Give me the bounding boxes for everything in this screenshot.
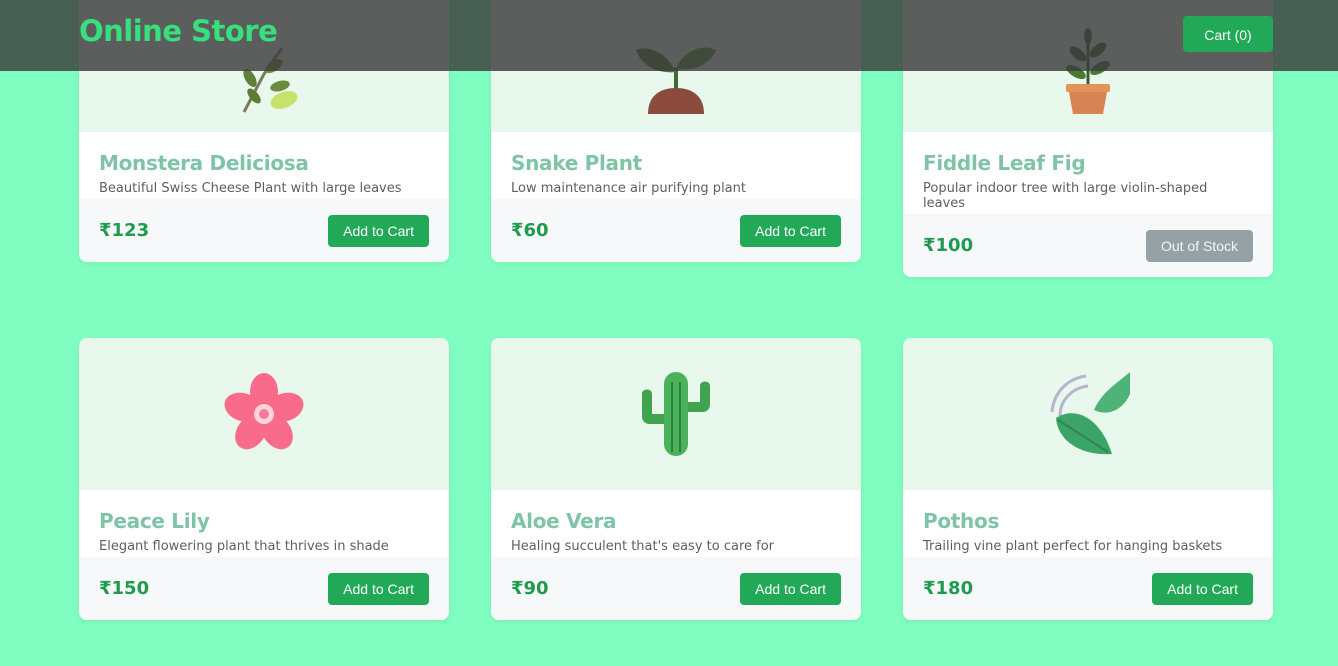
product-footer: ₹60 Add to Cart <box>491 199 861 262</box>
product-description: Healing succulent that's easy to care fo… <box>511 539 775 554</box>
product-price: ₹90 <box>511 578 549 599</box>
product-name: Fiddle Leaf Fig <box>923 151 1086 175</box>
product-card: Pothos Trailing vine plant perfect for h… <box>903 338 1273 620</box>
add-to-cart-button[interactable]: Add to Cart <box>328 573 429 605</box>
cactus-icon <box>642 372 710 456</box>
cherry-blossom-icon <box>224 373 304 450</box>
product-price: ₹100 <box>923 235 974 256</box>
product-name: Aloe Vera <box>511 509 617 533</box>
product-image <box>903 338 1273 490</box>
product-description: Beautiful Swiss Cheese Plant with large … <box>99 181 402 196</box>
leaf-fluttering-icon <box>1050 372 1130 455</box>
out-of-stock-button[interactable]: Out of Stock <box>1145 230 1253 262</box>
product-footer: ₹150 Add to Cart <box>79 557 449 620</box>
product-name: Peace Lily <box>99 509 210 533</box>
product-price: ₹60 <box>511 220 549 241</box>
product-description: Low maintenance air purifying plant <box>511 181 746 196</box>
product-info: Fiddle Leaf Fig Popular indoor tree with… <box>903 132 1273 214</box>
product-image <box>491 338 861 490</box>
product-image <box>79 338 449 490</box>
product-footer: ₹123 Add to Cart <box>79 199 449 262</box>
add-to-cart-button[interactable]: Add to Cart <box>1152 573 1253 605</box>
cart-button[interactable]: Cart (0) <box>1183 16 1273 52</box>
product-info: Aloe Vera Healing succulent that's easy … <box>491 490 861 557</box>
product-name: Snake Plant <box>511 151 642 175</box>
product-footer: ₹180 Add to Cart <box>903 557 1273 620</box>
product-footer: ₹100 Out of Stock <box>903 214 1273 277</box>
product-card: Peace Lily Elegant flowering plant that … <box>79 338 449 620</box>
product-footer: ₹90 Add to Cart <box>491 557 861 620</box>
product-info: Peace Lily Elegant flowering plant that … <box>79 490 449 557</box>
product-price: ₹123 <box>99 220 150 241</box>
store-brand[interactable]: Online Store <box>79 14 278 48</box>
product-name: Monstera Deliciosa <box>99 151 309 175</box>
product-info: Pothos Trailing vine plant perfect for h… <box>903 490 1273 557</box>
product-price: ₹180 <box>923 578 974 599</box>
add-to-cart-button[interactable]: Add to Cart <box>740 573 841 605</box>
product-description: Elegant flowering plant that thrives in … <box>99 539 389 554</box>
product-card: Aloe Vera Healing succulent that's easy … <box>491 338 861 620</box>
product-name: Pothos <box>923 509 1000 533</box>
top-header: Online Store Cart (0) <box>0 0 1338 71</box>
product-description: Trailing vine plant perfect for hanging … <box>923 539 1223 554</box>
product-price: ₹150 <box>99 578 150 599</box>
add-to-cart-button[interactable]: Add to Cart <box>328 215 429 247</box>
product-info: Monstera Deliciosa Beautiful Swiss Chees… <box>79 132 449 199</box>
product-description: Popular indoor tree with large violin-sh… <box>923 181 1208 211</box>
product-info: Snake Plant Low maintenance air purifyin… <box>491 132 861 199</box>
add-to-cart-button[interactable]: Add to Cart <box>740 215 841 247</box>
